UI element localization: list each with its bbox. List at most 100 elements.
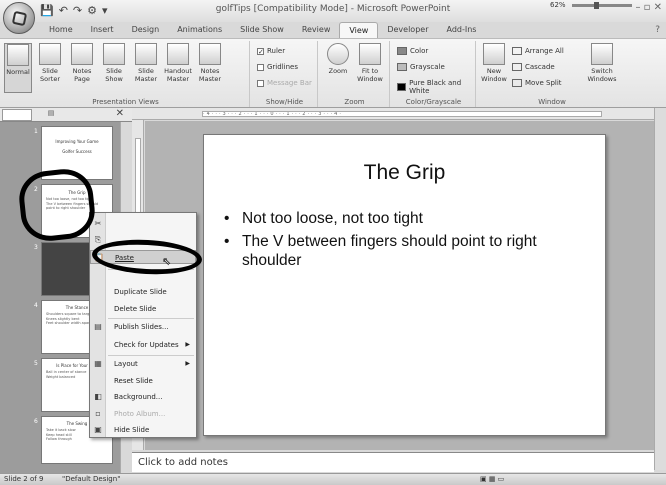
menu-item-layout[interactable]: ▦ Layout ▶ bbox=[90, 357, 196, 371]
zoom-level[interactable]: 62% bbox=[550, 1, 566, 9]
slide-number: 1 bbox=[34, 128, 38, 135]
menu-item-publish-slides[interactable]: ▤ Publish Slides... bbox=[90, 320, 196, 334]
window-controls[interactable]: – ▫ ✕ bbox=[635, 2, 662, 13]
copy-icon: ⎘ bbox=[94, 235, 102, 244]
cascade-button[interactable]: Cascade bbox=[512, 63, 555, 71]
tab-design[interactable]: Design bbox=[123, 22, 169, 39]
tab-home[interactable]: Home bbox=[40, 22, 82, 39]
slide-show-button[interactable]: Slide Show bbox=[100, 43, 128, 83]
pure-black-white-button[interactable]: Pure Black and White bbox=[397, 79, 475, 95]
menu-item-reset-slide[interactable]: Reset Slide bbox=[90, 374, 196, 388]
hide-slide-icon: ▣ bbox=[94, 425, 102, 434]
tab-add-ins[interactable]: Add-Ins bbox=[438, 22, 486, 39]
normal-view-icon bbox=[7, 44, 29, 66]
menu-item-photo-album: ▫ Photo Album... bbox=[90, 407, 196, 421]
black-white-swatch-icon bbox=[397, 83, 407, 91]
color-grayscale-group: Color Grayscale Pure Black and White Col… bbox=[392, 41, 476, 107]
new-window-button[interactable]: New Window bbox=[480, 43, 508, 83]
slide-master-icon bbox=[135, 43, 157, 65]
pane-tabs: ▤ ✕ bbox=[0, 108, 132, 122]
publish-icon: ▤ bbox=[94, 322, 102, 331]
help-icon[interactable]: ? bbox=[655, 25, 660, 35]
color-swatch-icon bbox=[397, 47, 407, 55]
zoom-slider[interactable] bbox=[572, 4, 632, 7]
window-group: New Window Arrange All Cascade Move Spli… bbox=[478, 41, 626, 107]
slide-number: 3 bbox=[34, 244, 38, 251]
group-label: Show/Hide bbox=[265, 98, 304, 106]
ribbon: Normal Slide Sorter Notes Page Slide Sho… bbox=[0, 38, 666, 108]
tab-slides[interactable] bbox=[2, 109, 32, 121]
window-title: golfTips [Compatibility Mode] - Microsof… bbox=[215, 4, 451, 14]
current-slide[interactable]: The Grip • Not too loose, not too tight •… bbox=[203, 134, 606, 436]
view-buttons[interactable]: ▣ ▦ ▭ bbox=[480, 475, 504, 483]
layout-icon: ▦ bbox=[94, 359, 102, 368]
slide-sorter-icon bbox=[39, 43, 61, 65]
slide-show-icon bbox=[103, 43, 125, 65]
zoom-slider-thumb[interactable] bbox=[594, 2, 599, 9]
close-icon[interactable]: ✕ bbox=[116, 108, 124, 119]
group-label: Presentation Views bbox=[92, 98, 159, 106]
cascade-icon bbox=[512, 63, 522, 71]
group-label: Color/Grayscale bbox=[405, 98, 462, 106]
scissors-icon: ✂ bbox=[94, 219, 102, 228]
notes-pane[interactable]: Click to add notes bbox=[132, 452, 654, 472]
menu-item-delete-slide[interactable]: Delete Slide bbox=[90, 302, 196, 316]
tab-view[interactable]: View bbox=[339, 22, 379, 39]
slide-title[interactable]: The Grip bbox=[204, 161, 605, 185]
status-bar: Slide 2 of 9 "Default Design" ▣ ▦ ▭ bbox=[0, 473, 666, 485]
color-button[interactable]: Color bbox=[397, 47, 428, 55]
submenu-arrow-icon: ▶ bbox=[185, 341, 190, 348]
horizontal-ruler: ·4···3···2···1···0···1···2···3···4· bbox=[132, 108, 654, 120]
menu-item-background[interactable]: ◧ Background... bbox=[90, 390, 196, 404]
handout-master-button[interactable]: Handout Master bbox=[164, 43, 192, 83]
background-icon: ◧ bbox=[94, 392, 102, 401]
ruler-checkbox[interactable]: ✓ Ruler bbox=[257, 47, 285, 55]
slide-number: 6 bbox=[34, 418, 38, 425]
notes-page-button[interactable]: Notes Page bbox=[68, 43, 96, 83]
fit-to-window-button[interactable]: Fit to Window bbox=[356, 43, 384, 83]
new-window-icon bbox=[483, 43, 505, 65]
menu-item-check-for-updates[interactable]: Check for Updates ▶ bbox=[90, 338, 196, 352]
magnifier-icon bbox=[327, 43, 349, 65]
thumbnail-text: Golfer Success bbox=[62, 149, 92, 154]
notes-page-icon bbox=[71, 43, 93, 65]
presentation-views-group: Normal Slide Sorter Notes Page Slide Sho… bbox=[2, 41, 250, 107]
slide-number: 4 bbox=[34, 302, 38, 309]
vertical-scrollbar[interactable] bbox=[654, 108, 666, 470]
menu-item-cut[interactable]: ✂ bbox=[90, 217, 196, 231]
tab-outline[interactable]: ▤ bbox=[36, 109, 66, 121]
menu-item-duplicate-slide[interactable]: Duplicate Slide bbox=[90, 285, 196, 299]
slide-sorter-button[interactable]: Slide Sorter bbox=[36, 43, 64, 83]
notes-master-button[interactable]: Notes Master bbox=[196, 43, 224, 83]
tab-developer[interactable]: Developer bbox=[378, 22, 437, 39]
grayscale-button[interactable]: Grayscale bbox=[397, 63, 445, 71]
normal-view-button[interactable]: Normal bbox=[4, 43, 32, 93]
slide-body[interactable]: • Not too loose, not too tight • The V bet… bbox=[224, 209, 594, 274]
bullet-item: • The V between fingers should point to r… bbox=[224, 233, 537, 269]
message-bar-checkbox: Message Bar bbox=[257, 79, 312, 87]
submenu-arrow-icon: ▶ bbox=[185, 360, 190, 367]
move-split-button[interactable]: Move Split bbox=[512, 79, 562, 87]
gridlines-checkbox[interactable]: Gridlines bbox=[257, 63, 298, 71]
tab-review[interactable]: Review bbox=[293, 22, 340, 39]
tab-insert[interactable]: Insert bbox=[82, 22, 123, 39]
menu-item-hide-slide[interactable]: ▣ Hide Slide bbox=[90, 423, 196, 437]
switch-windows-icon bbox=[591, 43, 613, 65]
show-hide-group: ✓ Ruler Gridlines Message Bar Show/Hide bbox=[252, 41, 318, 107]
arrange-all-button[interactable]: Arrange All bbox=[512, 47, 564, 55]
office-logo-icon bbox=[11, 10, 28, 27]
tab-animations[interactable]: Animations bbox=[168, 22, 231, 39]
zoom-group: Zoom Fit to Window Zoom bbox=[320, 41, 390, 107]
move-split-icon bbox=[512, 79, 522, 87]
zoom-button[interactable]: Zoom bbox=[324, 43, 352, 75]
thumbnail-title: Improving Your Game bbox=[55, 139, 99, 144]
checkbox-checked-icon: ✓ bbox=[257, 47, 264, 56]
grayscale-swatch-icon bbox=[397, 63, 407, 71]
tab-slide-show[interactable]: Slide Show bbox=[231, 22, 293, 39]
bullet-item: • Not too loose, not too tight bbox=[224, 210, 423, 227]
title-bar: 💾 ↶ ↷ ⚙ ▾ golfTips [Compatibility Mode] … bbox=[0, 0, 666, 22]
office-button[interactable] bbox=[3, 2, 35, 34]
switch-windows-button[interactable]: Switch Windows bbox=[584, 43, 620, 83]
slide-master-button[interactable]: Slide Master bbox=[132, 43, 160, 83]
notes-placeholder: Click to add notes bbox=[138, 457, 228, 468]
